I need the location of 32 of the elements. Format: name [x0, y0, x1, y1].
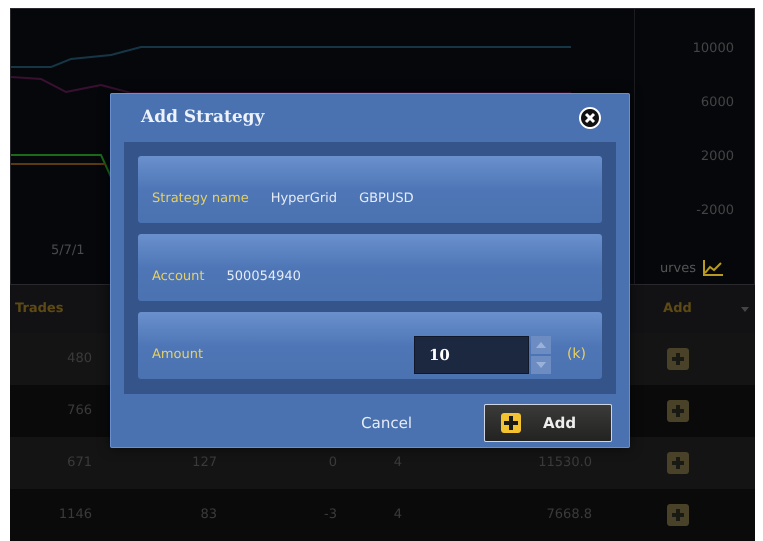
plus-icon: [670, 456, 684, 470]
close-icon[interactable]: [579, 107, 601, 129]
plus-icon: [670, 508, 684, 522]
amount-input[interactable]: 10: [414, 336, 529, 374]
date-label: 5/7/1: [51, 242, 85, 260]
dropdown-arrow-icon[interactable]: [741, 307, 749, 312]
field-label: Account: [152, 268, 204, 286]
plus-icon: [670, 352, 684, 366]
field-label: Amount: [152, 346, 204, 364]
field-value: 500054940: [226, 268, 301, 286]
dialog-title: Add Strategy: [141, 106, 264, 130]
add-row-button[interactable]: [666, 400, 688, 422]
column-header: Trades: [14, 300, 64, 318]
plus-icon: [670, 404, 684, 418]
curves-label: urves: [660, 260, 696, 278]
field-value: HyperGrid: [270, 190, 338, 208]
column-header: Add: [663, 300, 692, 318]
spinner-control[interactable]: [530, 336, 551, 374]
cancel-button[interactable]: Cancel: [361, 412, 412, 434]
add-row-button[interactable]: [666, 452, 688, 474]
axis-label: -2000: [695, 202, 734, 220]
add-row-button[interactable]: [666, 504, 688, 526]
field-label: Strategy name: [152, 190, 249, 208]
axis-label: 6000: [700, 94, 734, 112]
field-value: GBPUSD: [359, 190, 414, 208]
unit-label: (k): [566, 345, 586, 364]
add-row-button[interactable]: [666, 348, 688, 370]
axis-label: 2000: [700, 148, 734, 166]
line-chart-icon: [702, 259, 724, 278]
axis-label: 10000: [692, 40, 734, 58]
add-button[interactable]: Add: [484, 404, 612, 442]
plus-icon: [501, 413, 521, 433]
